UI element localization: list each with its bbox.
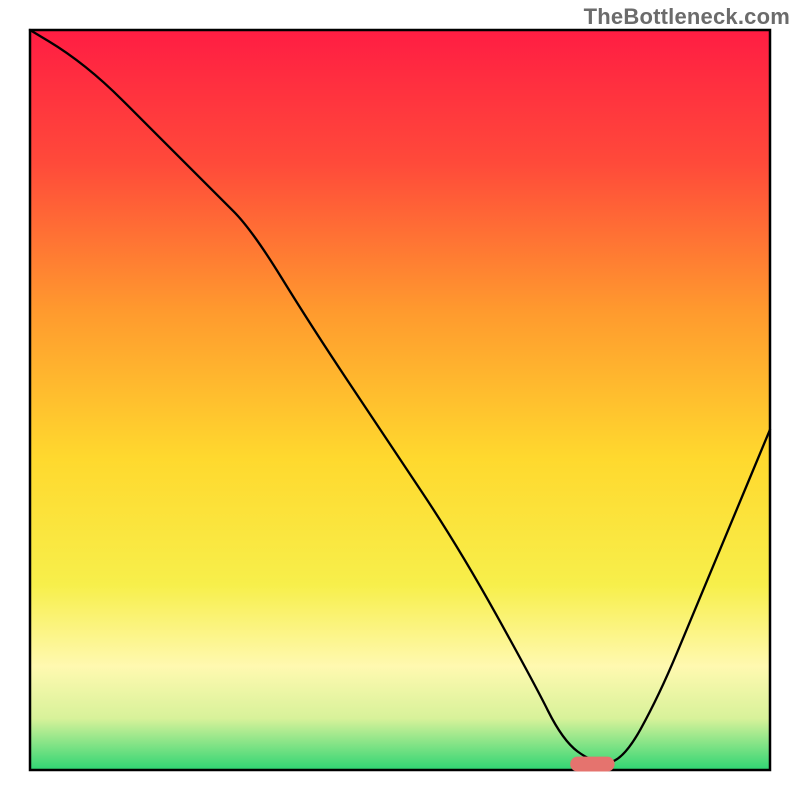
watermark-label: TheBottleneck.com: [584, 4, 790, 30]
chart-container: TheBottleneck.com: [0, 0, 800, 800]
bottleneck-chart: [0, 0, 800, 800]
chart-background: [30, 30, 770, 770]
optimal-zone: [570, 757, 614, 772]
